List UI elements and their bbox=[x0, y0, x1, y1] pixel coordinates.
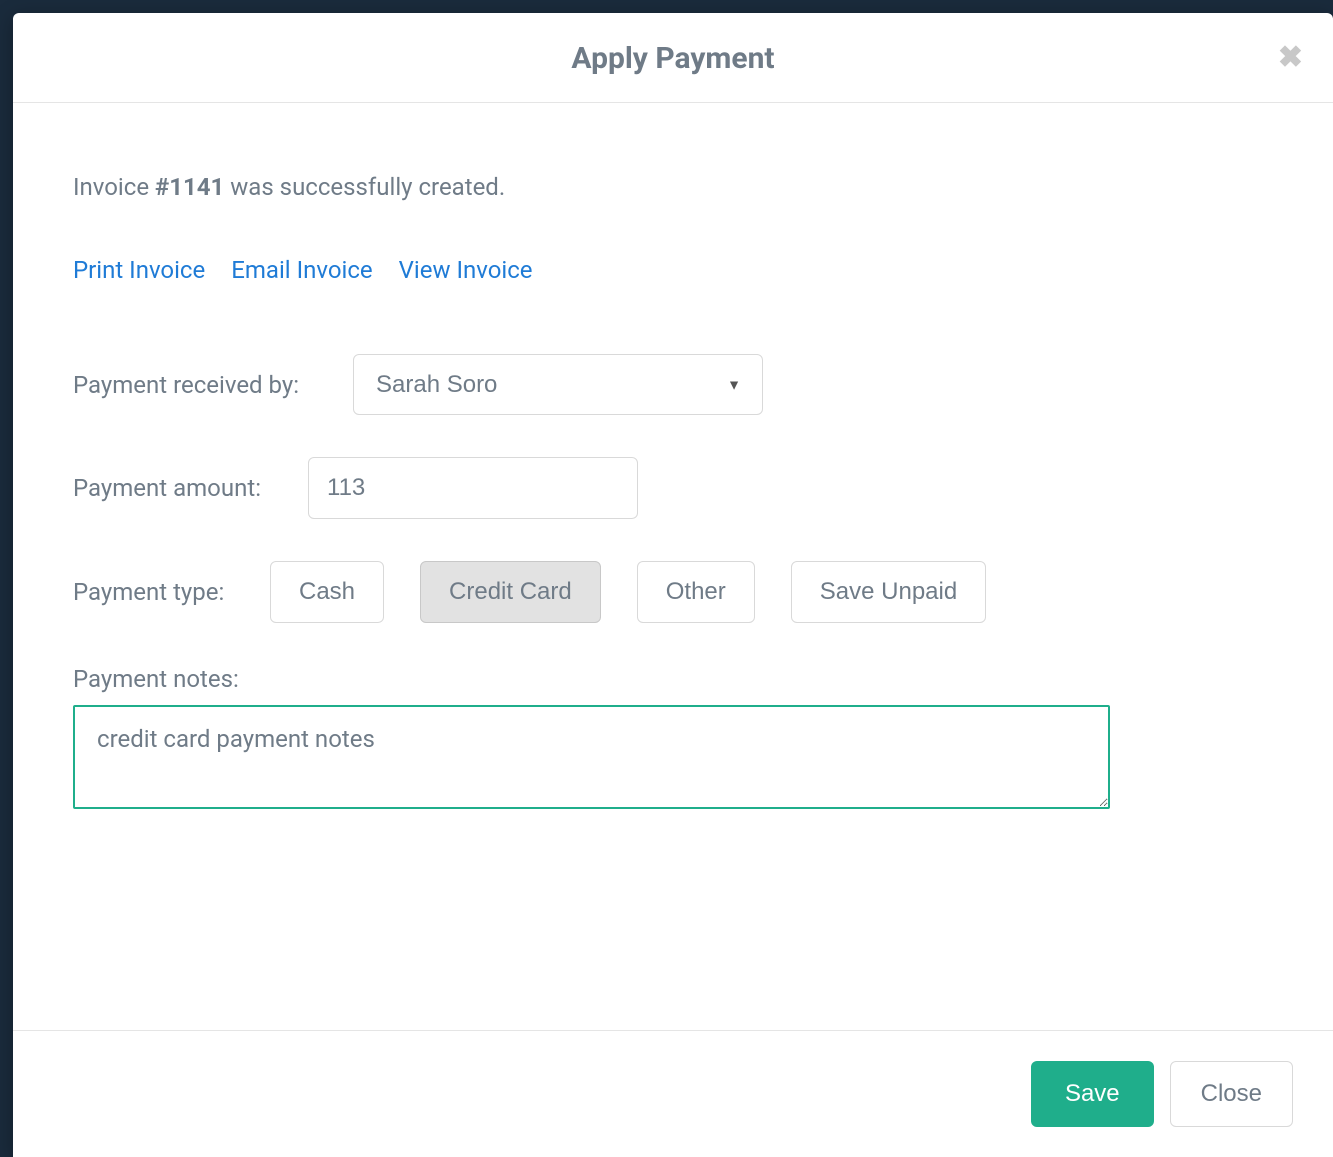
email-invoice-link[interactable]: Email Invoice bbox=[231, 256, 372, 284]
print-invoice-link[interactable]: Print Invoice bbox=[73, 256, 205, 284]
invoice-links: Print Invoice Email Invoice View Invoice bbox=[73, 256, 1273, 284]
payment-type-other[interactable]: Other bbox=[637, 561, 755, 623]
modal-header: Apply Payment ✖ bbox=[13, 13, 1333, 103]
amount-row: Payment amount: bbox=[73, 457, 1273, 519]
notes-label: Payment notes: bbox=[73, 665, 1273, 693]
type-label: Payment type: bbox=[73, 578, 270, 606]
received-by-select-wrap: Sarah Soro ▼ bbox=[353, 354, 763, 415]
success-prefix: Invoice bbox=[73, 173, 155, 201]
type-row: Payment type: Cash Credit Card Other Sav… bbox=[73, 561, 1273, 623]
received-by-row: Payment received by: Sarah Soro ▼ bbox=[73, 354, 1273, 415]
payment-type-cash[interactable]: Cash bbox=[270, 561, 384, 623]
save-button[interactable]: Save bbox=[1031, 1061, 1154, 1127]
notes-textarea[interactable] bbox=[73, 705, 1110, 809]
apply-payment-modal: Apply Payment ✖ Invoice #1141 was succes… bbox=[13, 13, 1333, 1157]
modal-footer: Save Close bbox=[13, 1030, 1333, 1157]
success-message: Invoice #1141 was successfully created. bbox=[73, 173, 1273, 201]
invoice-number: #1141 bbox=[155, 173, 224, 201]
close-button[interactable]: Close bbox=[1170, 1061, 1293, 1127]
payment-type-save-unpaid[interactable]: Save Unpaid bbox=[791, 561, 986, 623]
received-by-select[interactable]: Sarah Soro bbox=[353, 354, 763, 415]
success-suffix: was successfully created. bbox=[224, 173, 505, 201]
amount-label: Payment amount: bbox=[73, 474, 308, 502]
modal-title: Apply Payment bbox=[33, 41, 1313, 76]
payment-type-credit-card[interactable]: Credit Card bbox=[420, 561, 601, 623]
received-by-label: Payment received by: bbox=[73, 371, 353, 399]
close-icon[interactable]: ✖ bbox=[1278, 43, 1303, 73]
amount-input[interactable] bbox=[308, 457, 638, 519]
modal-body: Invoice #1141 was successfully created. … bbox=[13, 103, 1333, 1030]
payment-type-group: Cash Credit Card Other Save Unpaid bbox=[270, 561, 986, 623]
view-invoice-link[interactable]: View Invoice bbox=[399, 256, 533, 284]
